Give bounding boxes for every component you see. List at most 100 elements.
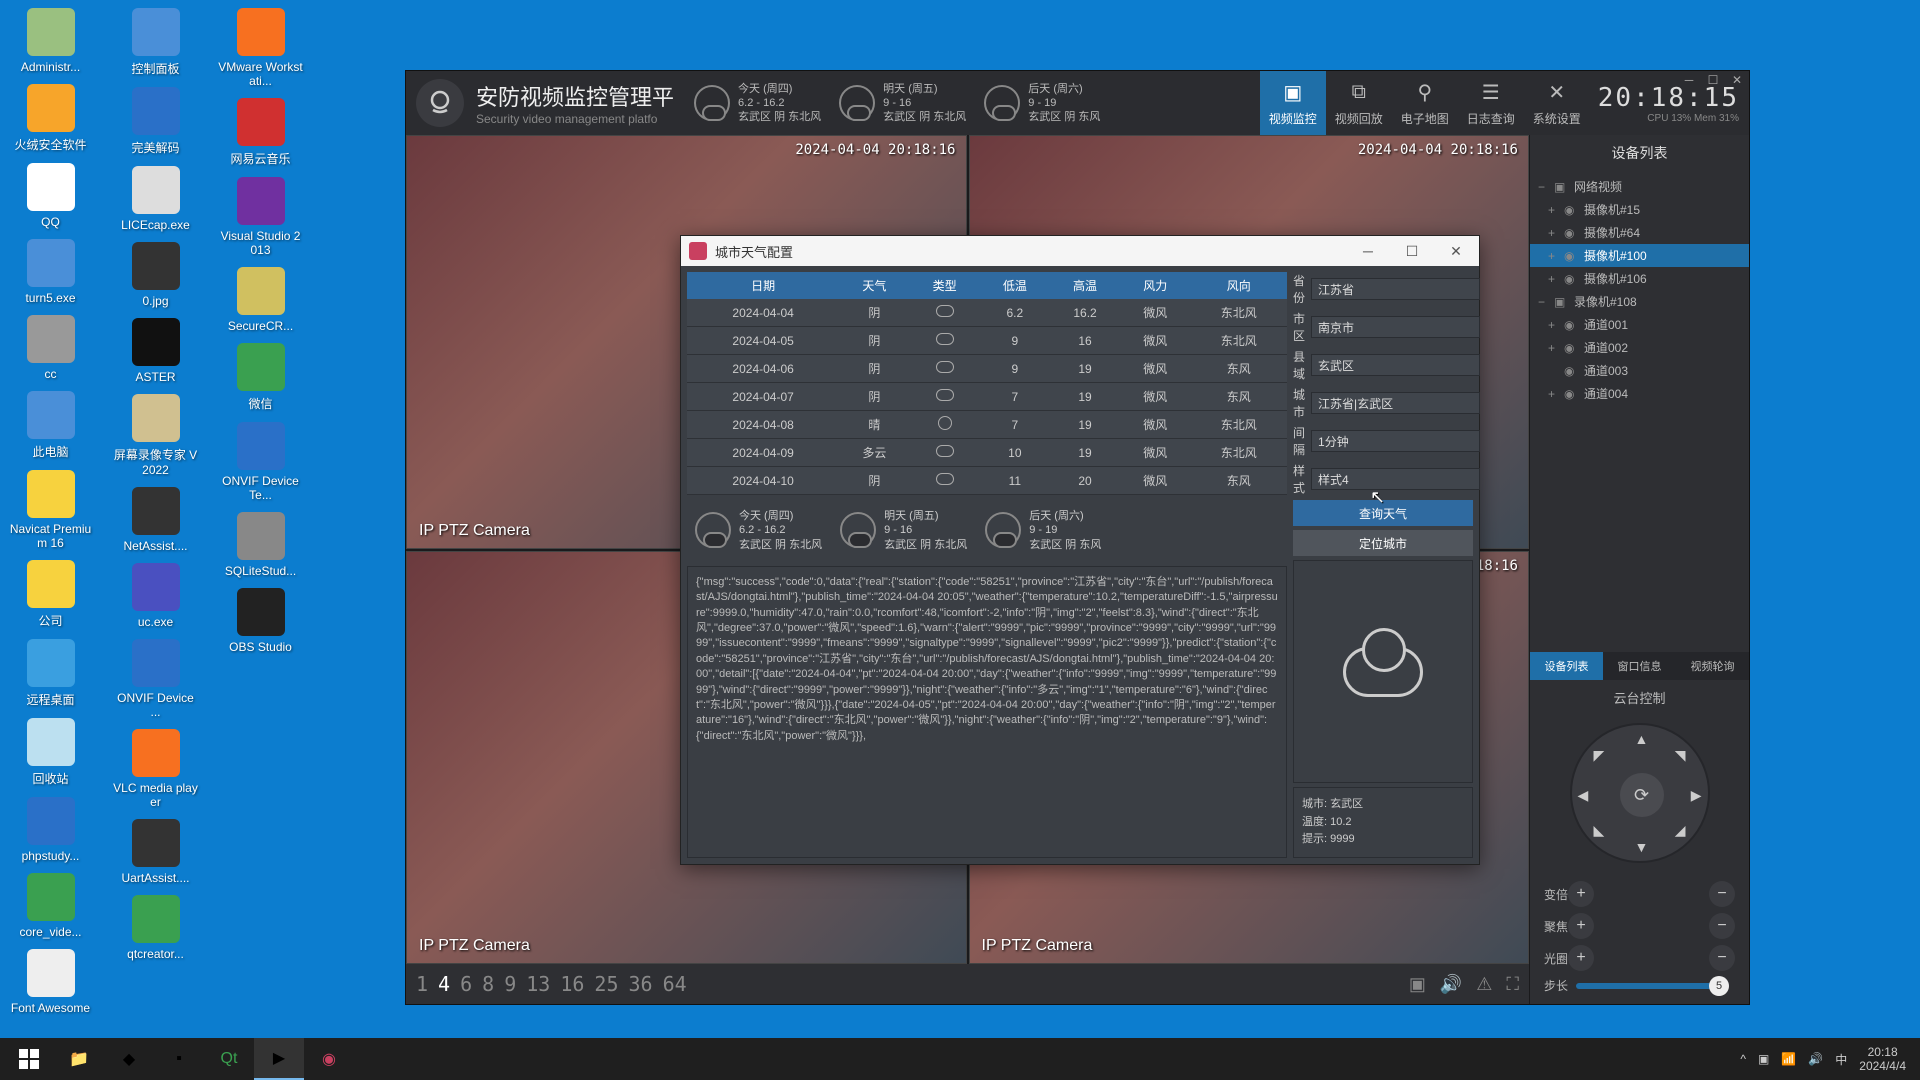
layout-button[interactable]: 64 xyxy=(663,972,687,996)
desktop-icon[interactable]: SQLiteStud... xyxy=(218,512,303,578)
minimize-button[interactable]: ─ xyxy=(1681,73,1697,89)
dialog-close-button[interactable]: ✕ xyxy=(1441,243,1471,260)
full-city-input[interactable] xyxy=(1311,392,1480,414)
taskbar-terminal[interactable]: ▪ xyxy=(154,1038,204,1080)
close-button[interactable]: ✕ xyxy=(1729,73,1745,89)
taskbar-clock[interactable]: 20:18 2024/4/4 xyxy=(1859,1045,1906,1074)
layout-button[interactable]: 4 xyxy=(438,972,450,996)
desktop-icon[interactable]: 回收站 xyxy=(8,718,93,787)
dialog-titlebar[interactable]: 城市天气配置 ─ ☐ ✕ xyxy=(681,236,1479,266)
layout-button[interactable]: 16 xyxy=(560,972,584,996)
city-select[interactable] xyxy=(1311,316,1480,338)
taskbar-qt[interactable]: Qt xyxy=(204,1038,254,1080)
tree-row[interactable]: +◉通道004 xyxy=(1530,382,1749,405)
ptz-refresh-icon[interactable]: ⟳ xyxy=(1620,773,1664,817)
taskbar-app1[interactable]: ◆ xyxy=(104,1038,154,1080)
ptz-upright-icon[interactable]: ◥ xyxy=(1675,747,1686,764)
desktop-icon[interactable]: 0.jpg xyxy=(113,242,198,308)
side-tab[interactable]: 窗口信息 xyxy=(1603,652,1676,680)
ptz-minus-button[interactable]: − xyxy=(1709,881,1735,907)
tree-row[interactable]: −▣录像机#108 xyxy=(1530,290,1749,313)
table-row[interactable]: 2024-04-10阴1120微风东风 xyxy=(687,467,1287,495)
side-tab[interactable]: 视频轮询 xyxy=(1676,652,1749,680)
maximize-button[interactable]: ☐ xyxy=(1705,73,1721,89)
taskbar-player[interactable]: ▶ xyxy=(254,1038,304,1080)
layout-button[interactable]: 8 xyxy=(482,972,494,996)
tree-row[interactable]: ◉通道003 xyxy=(1530,359,1749,382)
json-response-box[interactable]: {"msg":"success","code":0,"data":{"real"… xyxy=(687,566,1287,858)
ptz-step-slider[interactable] xyxy=(1576,983,1727,989)
nav-tab[interactable]: ▣视频监控 xyxy=(1260,71,1326,135)
layout-button[interactable]: 36 xyxy=(629,972,653,996)
layout-button[interactable]: 9 xyxy=(504,972,516,996)
desktop-icon[interactable]: VMware Workstati... xyxy=(218,8,303,88)
tree-row[interactable]: −▣网络视频 xyxy=(1530,175,1749,198)
layout-button[interactable]: 6 xyxy=(460,972,472,996)
ptz-wheel[interactable]: ▲ ▼ ◀ ▶ ◤ ◥ ◣ ◢ ⟳ xyxy=(1570,723,1710,863)
layout-button[interactable]: 13 xyxy=(526,972,550,996)
snapshot-icon[interactable]: ▣ xyxy=(1409,974,1426,995)
ptz-left-icon[interactable]: ◀ xyxy=(1578,787,1589,804)
desktop-icon[interactable]: 网易云音乐 xyxy=(218,98,303,167)
ptz-minus-button[interactable]: − xyxy=(1709,913,1735,939)
table-row[interactable]: 2024-04-09多云1019微风东北风 xyxy=(687,439,1287,467)
desktop-icon[interactable]: ASTER xyxy=(113,318,198,384)
desktop-icon[interactable]: 完美解码 xyxy=(113,87,198,156)
desktop-icon[interactable]: OBS Studio xyxy=(218,588,303,654)
desktop-icon[interactable]: NetAssist.... xyxy=(113,487,198,553)
ptz-plus-button[interactable]: + xyxy=(1568,913,1594,939)
tree-row[interactable]: +◉摄像机#15 xyxy=(1530,198,1749,221)
volume-icon[interactable]: 🔊 xyxy=(1440,974,1462,995)
ptz-downright-icon[interactable]: ◢ xyxy=(1675,822,1686,839)
ptz-upleft-icon[interactable]: ◤ xyxy=(1594,747,1605,764)
alert-icon[interactable]: ⚠ xyxy=(1476,974,1492,995)
county-select[interactable] xyxy=(1311,354,1480,376)
tree-row[interactable]: +◉通道001 xyxy=(1530,313,1749,336)
table-row[interactable]: 2024-04-08晴719微风东北风 xyxy=(687,411,1287,439)
nav-tab[interactable]: ⧉视频回放 xyxy=(1326,71,1392,135)
tray-app-icon[interactable]: ▣ xyxy=(1758,1052,1769,1066)
nav-tab[interactable]: ☰日志查询 xyxy=(1458,71,1524,135)
desktop-icon[interactable]: 控制面板 xyxy=(113,8,198,77)
taskbar-explorer[interactable]: 📁 xyxy=(54,1038,104,1080)
desktop-icon[interactable]: uc.exe xyxy=(113,563,198,629)
tree-row[interactable]: +◉摄像机#64 xyxy=(1530,221,1749,244)
nav-tab[interactable]: ⚲电子地图 xyxy=(1392,71,1458,135)
ptz-downleft-icon[interactable]: ◣ xyxy=(1594,822,1605,839)
desktop-icon[interactable]: phpstudy... xyxy=(8,797,93,863)
province-select[interactable] xyxy=(1311,278,1480,300)
tray-network-icon[interactable]: 📶 xyxy=(1781,1052,1796,1066)
tree-row[interactable]: +◉摄像机#100 xyxy=(1530,244,1749,267)
locate-city-button[interactable]: 定位城市 xyxy=(1293,530,1473,556)
desktop-icon[interactable]: core_vide... xyxy=(8,873,93,939)
table-row[interactable]: 2024-04-04阴6.216.2微风东北风 xyxy=(687,299,1287,327)
tree-row[interactable]: +◉摄像机#106 xyxy=(1530,267,1749,290)
table-row[interactable]: 2024-04-06阴919微风东风 xyxy=(687,355,1287,383)
taskbar-app2[interactable]: ◉ xyxy=(304,1038,354,1080)
ptz-up-icon[interactable]: ▲ xyxy=(1635,731,1649,747)
desktop-icon[interactable]: 此电脑 xyxy=(8,391,93,460)
desktop-icon[interactable]: Administr... xyxy=(8,8,93,74)
desktop-icon[interactable]: 公司 xyxy=(8,560,93,629)
tray-ime-icon[interactable]: 中 xyxy=(1835,1051,1847,1068)
desktop-icon[interactable]: Font Awesome xyxy=(8,949,93,1015)
table-row[interactable]: 2024-04-05阴916微风东北风 xyxy=(687,327,1287,355)
nav-tab[interactable]: ✕系统设置 xyxy=(1524,71,1590,135)
desktop-icon[interactable]: cc xyxy=(8,315,93,381)
desktop-icon[interactable]: 火绒安全软件 xyxy=(8,84,93,153)
desktop-icon[interactable]: ONVIF Device ... xyxy=(113,639,198,719)
table-row[interactable]: 2024-04-07阴719微风东风 xyxy=(687,383,1287,411)
side-tab[interactable]: 设备列表 xyxy=(1530,652,1603,680)
desktop-icon[interactable]: ONVIF Device Te... xyxy=(218,422,303,502)
system-tray[interactable]: ^ ▣ 📶 🔊 中 20:18 2024/4/4 xyxy=(1740,1045,1916,1074)
tree-row[interactable]: +◉通道002 xyxy=(1530,336,1749,359)
dialog-minimize-button[interactable]: ─ xyxy=(1353,243,1383,260)
tray-chevron-icon[interactable]: ^ xyxy=(1740,1052,1746,1066)
layout-button[interactable]: 1 xyxy=(416,972,428,996)
desktop-icon[interactable]: LICEcap.exe xyxy=(113,166,198,232)
ptz-plus-button[interactable]: + xyxy=(1568,881,1594,907)
taskbar[interactable]: 📁 ◆ ▪ Qt ▶ ◉ ^ ▣ 📶 🔊 中 20:18 2024/4/4 xyxy=(0,1038,1920,1080)
ptz-plus-button[interactable]: + xyxy=(1568,945,1594,971)
ptz-right-icon[interactable]: ▶ xyxy=(1691,787,1702,804)
desktop-icon[interactable]: 屏幕录像专家 V2022 xyxy=(113,394,198,477)
